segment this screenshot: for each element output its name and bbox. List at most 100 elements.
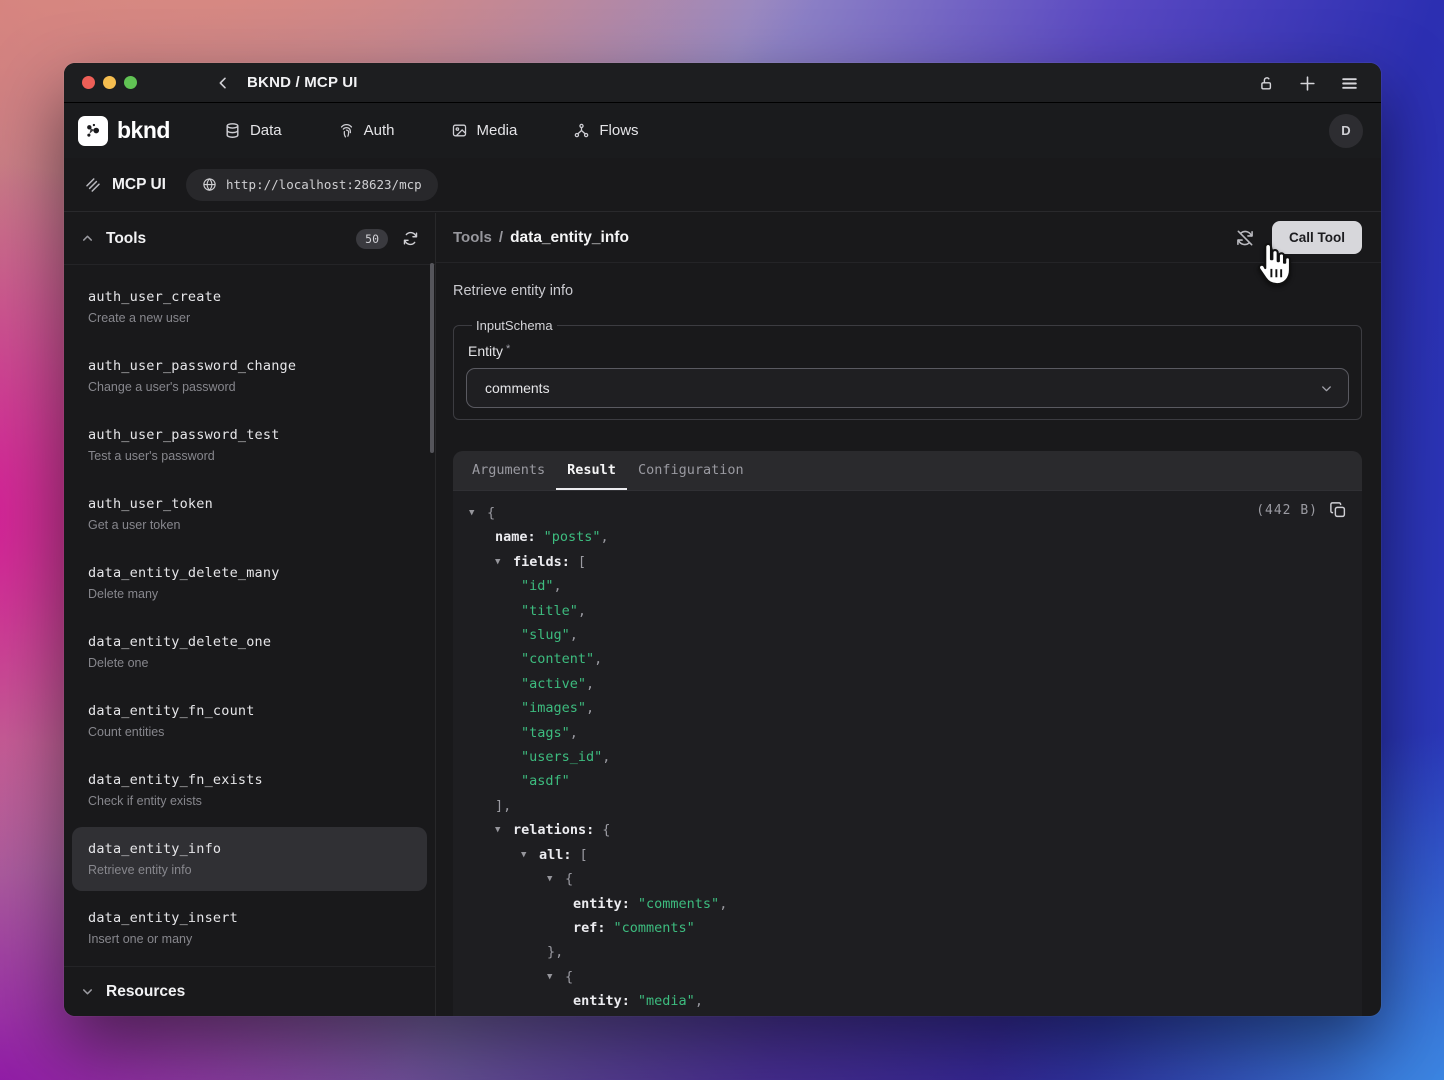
tool-description: Change a user's password (88, 379, 411, 396)
json-token: ], (495, 798, 511, 814)
sidebar-item-auth_user_password_change[interactable]: auth_user_password_changeChange a user's… (72, 344, 427, 408)
sidebar-item-auth_user_password_test[interactable]: auth_user_password_test Test a user's pas… (72, 413, 427, 477)
json-line: ▼all: [ (453, 843, 1362, 867)
breadcrumb-tools[interactable]: Tools (453, 229, 492, 246)
json-line: }, (453, 940, 1362, 964)
collapse-arrow-icon[interactable]: ▼ (469, 501, 487, 525)
tool-detail-header: Tools / data_entity_info Call Tool (436, 213, 1381, 263)
required-asterisk: * (506, 343, 510, 355)
json-line: "users_id", (453, 745, 1362, 769)
collapse-arrow-icon[interactable]: ▼ (495, 550, 513, 574)
json-token: "posts" (544, 529, 601, 545)
refresh-icon[interactable] (402, 230, 419, 247)
sidebar-item-data_entity_delete_one[interactable]: data_entity_delete_one Delete one (72, 620, 427, 684)
lock-open-icon[interactable] (1258, 75, 1275, 92)
tab-arguments[interactable]: Arguments (461, 451, 556, 490)
sidebar-item-data_entity_insert[interactable]: data_entity_insert Insert one or many (72, 896, 427, 960)
tab-result[interactable]: Result (556, 451, 627, 490)
sidebar-scrollbar[interactable] (430, 263, 434, 453)
tool-name: data_entity_insert (88, 908, 411, 928)
json-token: , (594, 651, 602, 667)
image-icon (451, 122, 468, 139)
json-token: name: (495, 529, 536, 545)
window-title: BKND / MCP UI (247, 74, 358, 91)
tool-list: auth_user_createCreate a new userauth_us… (64, 265, 435, 966)
tool-detail-panel: Tools / data_entity_info Call Tool Retri… (436, 213, 1381, 1016)
json-token: ref: (573, 920, 606, 936)
tool-description: Retrieve entity info (88, 862, 411, 879)
mcp-toolbar: MCP UI http://localhost:28623/mcp (64, 158, 1381, 212)
json-token: { (487, 505, 495, 521)
collapse-arrow-icon[interactable]: ▼ (547, 965, 565, 989)
json-token: { (602, 822, 610, 838)
sidebar-item-data_entity_fn_count[interactable]: data_entity_fn_countCount entities (72, 689, 427, 753)
json-token: , (601, 529, 609, 545)
resources-section-header[interactable]: Resources (64, 966, 435, 1016)
workflow-icon (573, 122, 590, 139)
json-token: all: (539, 847, 572, 863)
entity-select-value: comments (485, 380, 550, 396)
chevron-down-icon (1319, 381, 1334, 396)
bknd-logo-icon (78, 116, 108, 146)
tool-description: Delete many (88, 586, 411, 603)
server-url-pill[interactable]: http://localhost:28623/mcp (186, 169, 438, 201)
json-token: "users_id" (521, 749, 602, 765)
zoom-button[interactable] (124, 76, 137, 89)
globe-icon (202, 177, 217, 192)
sidebar-item-auth_user_create[interactable]: auth_user_createCreate a new user (72, 275, 427, 339)
tool-description: Delete one (88, 655, 411, 672)
sidebar-item-data_entity_delete_many[interactable]: data_entity_delete_manyDelete many (72, 551, 427, 615)
tool-name: auth_user_password_test (88, 425, 411, 445)
json-token: [ (580, 847, 588, 863)
json-line: "title", (453, 599, 1362, 623)
tab-bar: ArgumentsResultConfiguration (453, 451, 1362, 491)
json-token: "active" (521, 676, 586, 692)
brand[interactable]: bknd (78, 116, 170, 146)
collapse-arrow-icon[interactable]: ▼ (495, 818, 513, 842)
json-token: , (719, 896, 727, 912)
menu-icon[interactable] (1340, 74, 1359, 93)
nav-label: Auth (364, 122, 395, 139)
sidebar-item-auth_user_token[interactable]: auth_user_tokenGet a user token (72, 482, 427, 546)
nav-item-flows[interactable]: Flows (573, 122, 638, 139)
app-window: BKND / MCP UI bknd Data (64, 63, 1381, 1016)
sidebar-item-data_entity_info[interactable]: data_entity_info Retrieve entity info (72, 827, 427, 891)
chevron-up-icon (80, 231, 95, 246)
json-token: , (586, 700, 594, 716)
json-token: "content" (521, 651, 594, 667)
new-tab-icon[interactable] (1298, 74, 1317, 93)
result-card: ArgumentsResultConfiguration (442 B) ▼{n… (453, 451, 1362, 1016)
tool-description: Insert one or many (88, 931, 411, 948)
sidebar-item-data_entity_fn_exists[interactable]: data_entity_fn_existsCheck if entity exi… (72, 758, 427, 822)
tool-description: Test a user's password (88, 448, 411, 465)
nav-item-data[interactable]: Data (224, 122, 282, 139)
minimize-button[interactable] (103, 76, 116, 89)
entity-select[interactable]: comments (466, 368, 1349, 408)
resources-title: Resources (106, 983, 185, 1001)
json-token: , (570, 627, 578, 643)
json-line: "id", (453, 574, 1362, 598)
tool-name: data_entity_delete_one (88, 632, 411, 652)
json-token: , (554, 578, 562, 594)
user-avatar[interactable]: D (1329, 114, 1363, 148)
nav-item-media[interactable]: Media (451, 122, 518, 139)
collapse-arrow-icon[interactable]: ▼ (521, 843, 539, 867)
json-line: ref: "comments" (453, 916, 1362, 940)
collapse-arrow-icon[interactable]: ▼ (547, 867, 565, 891)
result-body: (442 B) ▼{name:"posts",▼fields:["id","ti… (453, 491, 1362, 1016)
tools-section-header[interactable]: Tools 50 (64, 213, 435, 265)
tool-name: data_entity_info (88, 839, 411, 859)
chevron-left-icon (215, 75, 231, 91)
titlebar: BKND / MCP UI (64, 63, 1381, 103)
json-token: , (695, 993, 703, 1009)
json-token: "comments" (614, 920, 695, 936)
close-button[interactable] (82, 76, 95, 89)
nav-item-auth[interactable]: Auth (338, 122, 395, 139)
json-token: [ (578, 554, 586, 570)
tab-configuration[interactable]: Configuration (627, 451, 755, 490)
cursor-pointer (1248, 240, 1294, 290)
breadcrumb-separator: / (499, 229, 503, 246)
back-button[interactable] (215, 75, 231, 91)
copy-icon[interactable] (1329, 501, 1347, 519)
json-line: "content", (453, 647, 1362, 671)
